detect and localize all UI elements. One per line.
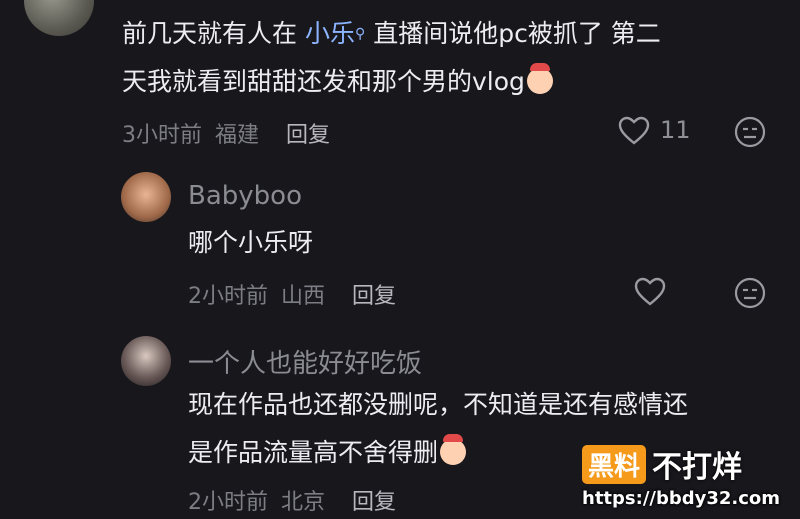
comment-text-part: 天我就看到甜甜还发和那个男的vlog bbox=[122, 67, 525, 96]
comment-meta: 3小时前 福建 回复 bbox=[122, 117, 330, 149]
crying-emoji-icon bbox=[526, 63, 553, 94]
avatar[interactable] bbox=[121, 336, 171, 386]
location: 北京 bbox=[281, 490, 326, 515]
heart-icon[interactable] bbox=[618, 116, 650, 146]
location: 福建 bbox=[215, 123, 260, 148]
reply-button[interactable]: 回复 bbox=[286, 117, 330, 149]
username[interactable]: Babyboo bbox=[188, 181, 302, 211]
reply-button[interactable]: 回复 bbox=[352, 484, 396, 516]
mention-link[interactable]: 小乐⚲ bbox=[305, 19, 365, 48]
comment-text: 哪个小乐呀 bbox=[188, 228, 314, 257]
watermark-brand-box: 黑料 bbox=[582, 444, 647, 484]
avatar[interactable] bbox=[121, 172, 171, 222]
timestamp: 2小时前 bbox=[188, 490, 268, 515]
reply-button[interactable]: 回复 bbox=[352, 278, 396, 310]
timestamp: 3小时前 bbox=[122, 123, 202, 148]
location: 山西 bbox=[281, 284, 326, 309]
comment-text-part: 前几天就有人在 bbox=[122, 19, 298, 48]
crying-emoji-icon bbox=[440, 434, 467, 465]
emoji-reaction-icon[interactable] bbox=[734, 277, 766, 309]
comment-text-part: 是作品流量高不舍得删 bbox=[188, 438, 439, 467]
watermark: 黑料 不打烊 https://bbdy32.com bbox=[582, 442, 782, 509]
emoji-reaction-icon[interactable] bbox=[734, 116, 766, 148]
heart-icon[interactable] bbox=[634, 277, 666, 307]
watermark-brand: 黑料 不打烊 bbox=[582, 442, 782, 486]
like-count: 11 bbox=[660, 116, 691, 144]
watermark-url: https://bbdy32.com bbox=[582, 488, 781, 509]
watermark-brand-name: 不打烊 bbox=[652, 450, 743, 485]
comment-text: 前几天就有人在 小乐⚲ 直播间说他pc被抓了 第二 天我就看到甜甜还发和那个男的… bbox=[122, 10, 762, 106]
avatar[interactable] bbox=[24, 0, 94, 36]
comment-text-part: 直播间说他pc被抓了 第二 bbox=[373, 19, 661, 48]
comment-text-part: 现在作品也还都没删呢，不知道是还有感情还 bbox=[188, 390, 689, 419]
comment-meta: 2小时前 山西 回复 bbox=[188, 278, 396, 310]
username[interactable]: 一个人也能好好吃饭 bbox=[188, 343, 422, 380]
search-icon: ⚲ bbox=[354, 26, 366, 42]
comment-meta: 2小时前 北京 回复 bbox=[188, 484, 396, 516]
timestamp: 2小时前 bbox=[188, 284, 268, 309]
